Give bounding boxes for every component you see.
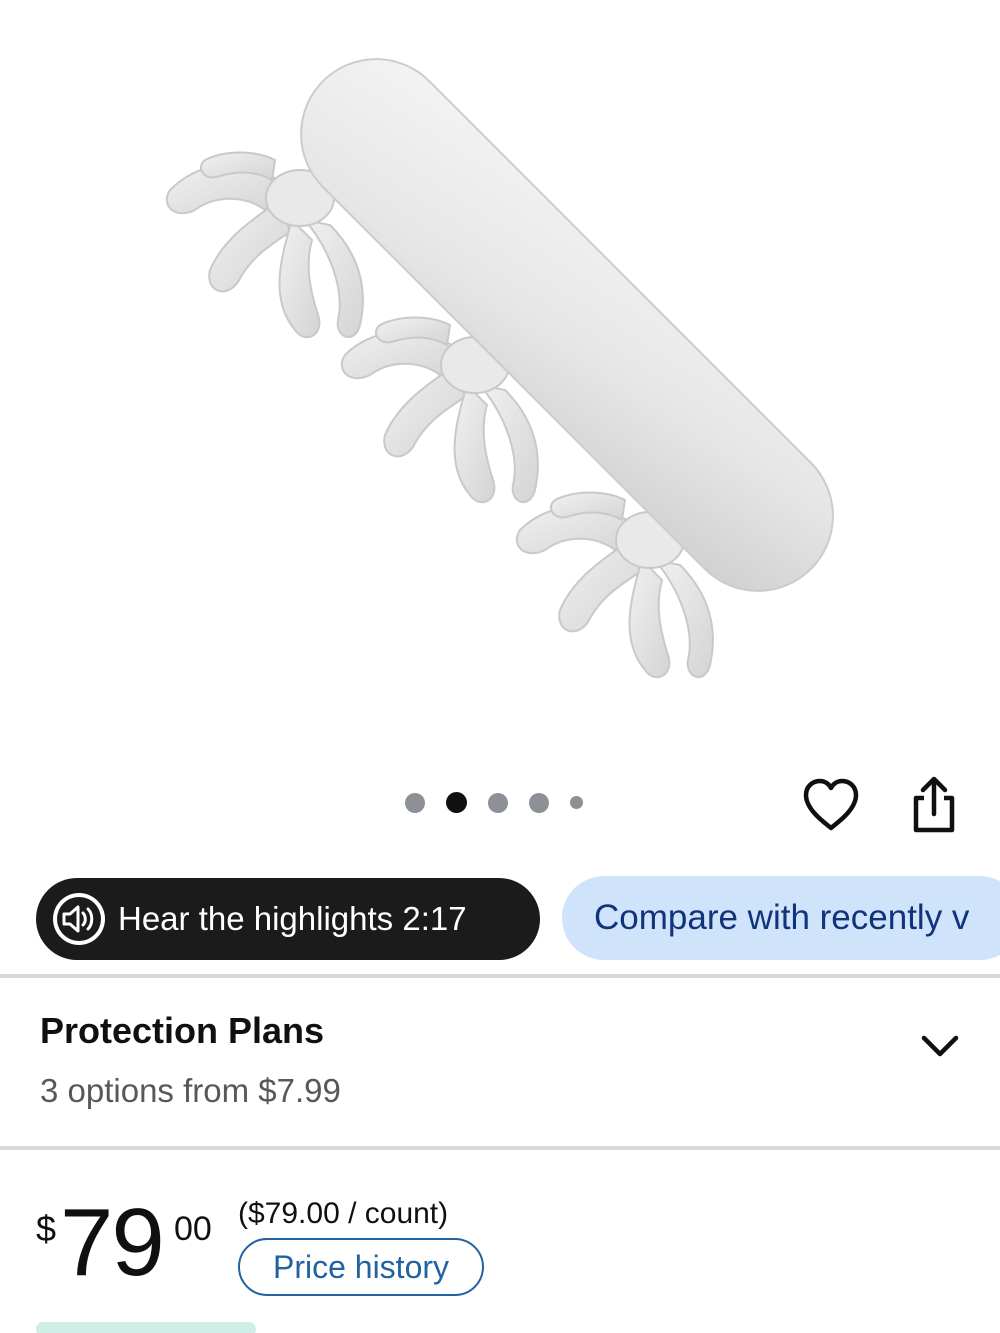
price-fraction: 00: [174, 1210, 212, 1248]
carousel-dot-active[interactable]: [446, 792, 467, 813]
carousel-dot[interactable]: [488, 792, 508, 813]
section-divider: [0, 974, 1000, 978]
section-divider: [0, 1146, 1000, 1150]
protection-plans-section[interactable]: Protection Plans 3 options from $7.99: [0, 980, 1000, 1148]
unit-price: ($79.00 / count): [238, 1197, 449, 1230]
compare-label: Compare with recently v: [594, 898, 970, 937]
carousel-dot[interactable]: [405, 792, 425, 813]
share-upload-icon: [913, 776, 955, 833]
protection-plans-title: Protection Plans: [40, 1010, 325, 1051]
price-currency-symbol: $: [36, 1208, 57, 1249]
carousel-dot[interactable]: [529, 792, 549, 813]
wishlist-heart-button[interactable]: [802, 778, 860, 832]
hear-highlights-button[interactable]: Hear the highlights 2:17: [36, 878, 540, 960]
carousel-dot[interactable]: [570, 796, 583, 809]
speaker-icon: [53, 893, 105, 945]
product-image[interactable]: [0, 0, 1000, 760]
badge-stub: [36, 1322, 256, 1333]
compare-recently-viewed-button[interactable]: Compare with recently v: [562, 876, 1000, 960]
protection-plans-subtitle: 3 options from $7.99: [40, 1072, 341, 1109]
share-button[interactable]: [906, 776, 962, 834]
product-illustration: [165, 58, 834, 679]
hear-highlights-label: Hear the highlights 2:17: [118, 900, 467, 937]
price-whole: 79: [60, 1189, 165, 1296]
image-carousel-dots[interactable]: [405, 792, 583, 813]
heart-outline-icon: [803, 778, 859, 831]
price-history-button[interactable]: Price history: [238, 1238, 484, 1296]
chevron-down-icon[interactable]: [918, 1028, 962, 1064]
price-section: $ 79 00 ($79.00 / count) Price history: [0, 1160, 1000, 1333]
